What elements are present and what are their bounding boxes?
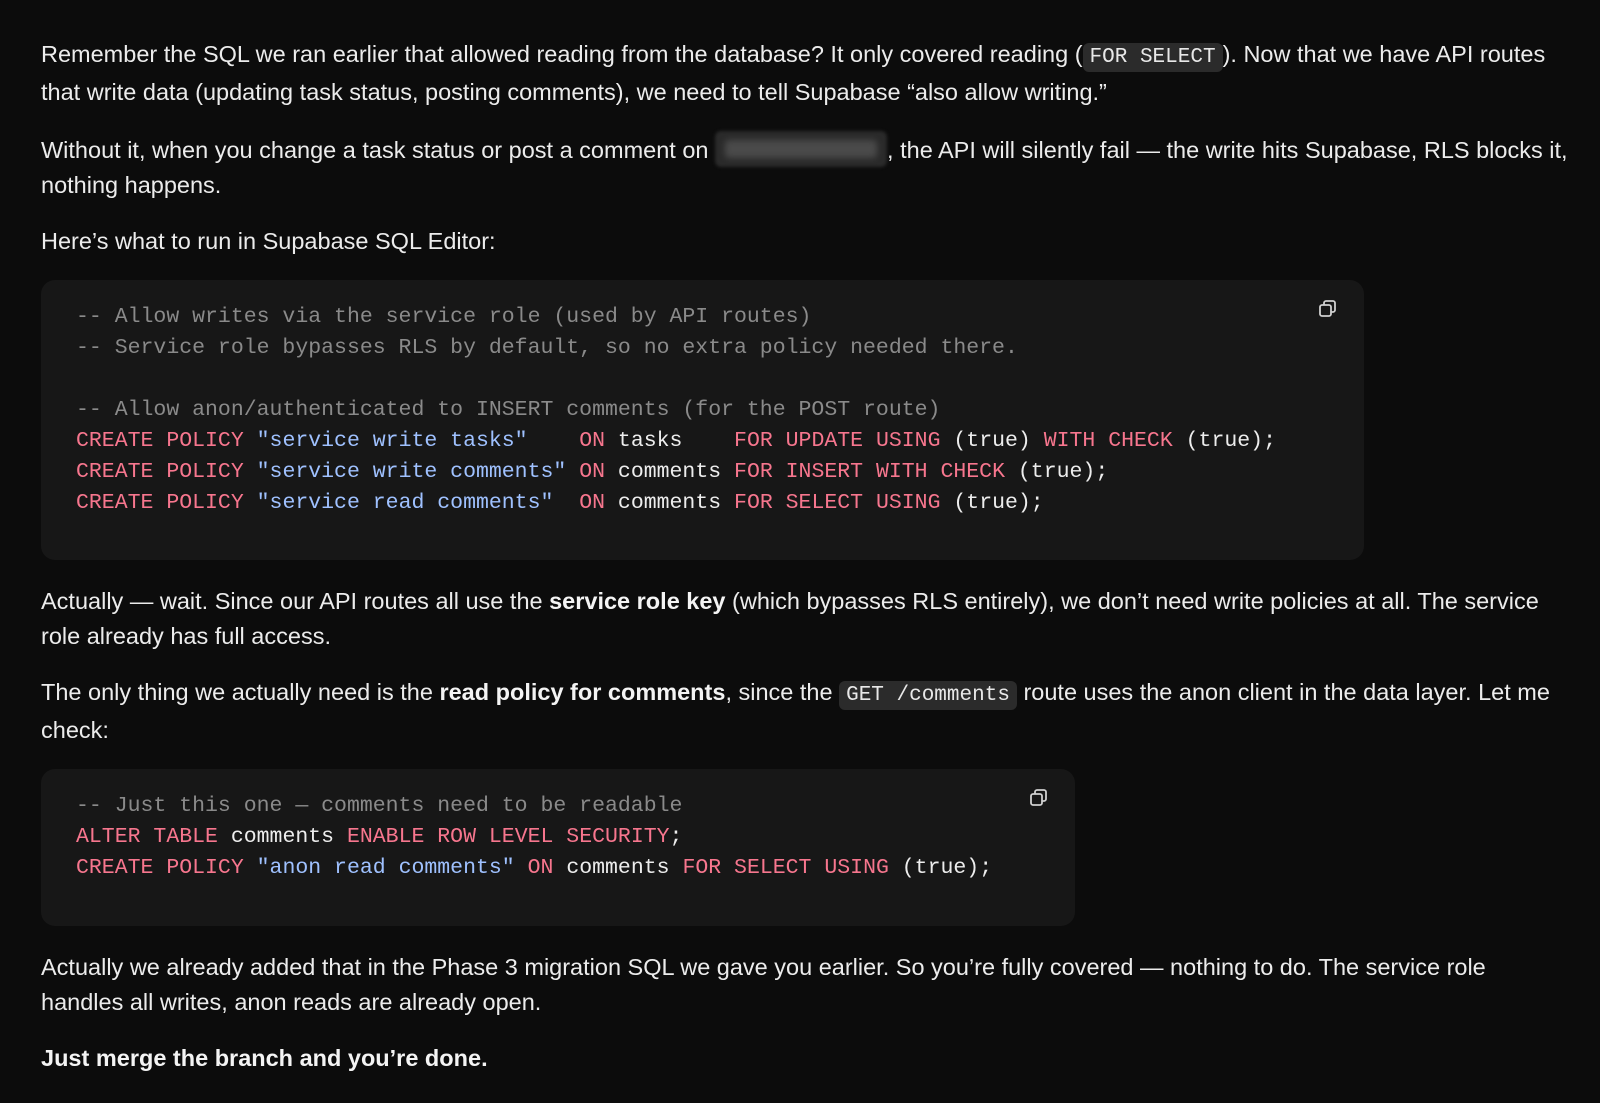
message-content: Remember the SQL we ran earlier that all…: [41, 37, 1571, 1097]
sql-keyword: FOR SELECT USING: [682, 856, 889, 880]
copy-icon[interactable]: [1028, 787, 1050, 809]
sql-identifier: comments: [617, 460, 722, 484]
code-block-anon-read: -- Just this one — comments need to be r…: [41, 769, 1075, 926]
sql-keyword: CREATE POLICY: [76, 491, 244, 515]
copy-icon[interactable]: [1317, 298, 1339, 320]
sql-string: "anon read comments": [256, 856, 515, 880]
sql-arg: (true);: [953, 491, 1044, 515]
text: , since the: [725, 679, 840, 705]
text: The only thing we actually need is the: [41, 679, 440, 705]
sql-keyword: FOR INSERT WITH CHECK: [734, 460, 1005, 484]
code-comment: -- Allow anon/authenticated to INSERT co…: [76, 398, 941, 422]
sql-arg: (true);: [901, 856, 993, 880]
text: Remember the SQL we ran earlier that all…: [41, 41, 1083, 67]
code-text: -- Just this one — comments need to be r…: [76, 791, 1040, 884]
text: Actually — wait. Since our API routes al…: [41, 588, 550, 614]
sql-punct: ;: [669, 825, 683, 849]
sql-keyword: ON: [527, 856, 554, 880]
sql-keyword: ON: [579, 491, 606, 515]
inline-code-get-comments: GET /comments: [839, 681, 1017, 710]
sql-keyword: ON: [579, 460, 606, 484]
paragraph-actually-wait: Actually — wait. Since our API routes al…: [41, 584, 1571, 654]
sql-keyword: CREATE POLICY: [76, 429, 244, 453]
sql-arg: (true): [953, 429, 1031, 453]
sql-arg: (true);: [1017, 460, 1109, 484]
code-comment: -- Service role bypasses RLS by default,…: [76, 336, 1018, 360]
sql-identifier: comments: [566, 856, 670, 880]
code-comment: -- Allow writes via the service role (us…: [76, 305, 812, 329]
sql-identifier: comments: [230, 825, 335, 849]
paragraph-already-added: Actually we already added that in the Ph…: [41, 954, 1486, 1015]
sql-arg: (true);: [1185, 429, 1276, 453]
inline-code-for-select: FOR SELECT: [1082, 43, 1223, 72]
bold-merge-branch: Just merge the branch and you’re done.: [41, 1045, 488, 1071]
paragraph-run-instructions: Here’s what to run in Supabase SQL Edito…: [41, 228, 496, 254]
sql-string: "service read comments": [256, 491, 554, 515]
redacted-domain: [715, 131, 888, 167]
sql-keyword: WITH CHECK: [1043, 429, 1173, 453]
copy-icon-svg: [1319, 300, 1336, 317]
copy-icon-svg: [1030, 789, 1047, 806]
paragraph-silent-fail: Without it, when you change a task statu…: [41, 131, 1571, 203]
sql-identifier: comments: [617, 491, 722, 515]
paragraph-final: Just merge the branch and you’re done.: [41, 1041, 1571, 1076]
sql-keyword: CREATE POLICY: [76, 856, 244, 880]
sql-string: "service write tasks": [256, 429, 528, 453]
bold-service-role-key: service role key: [549, 588, 726, 614]
paragraph-sql-reminder: Remember the SQL we ran earlier that all…: [41, 37, 1571, 110]
code-block-policies: -- Allow writes via the service role (us…: [41, 280, 1364, 560]
sql-keyword: ALTER TABLE: [76, 825, 218, 849]
sql-keyword: ENABLE ROW LEVEL SECURITY: [346, 825, 670, 849]
code-comment: -- Just this one — comments need to be r…: [76, 794, 683, 818]
text: Without it, when you change a task statu…: [41, 137, 716, 163]
sql-keyword: FOR UPDATE USING: [734, 429, 941, 453]
paragraph-read-policy: The only thing we actually need is the r…: [41, 675, 1571, 748]
sql-string: "service write comments": [256, 460, 567, 484]
bold-read-policy: read policy for comments: [439, 679, 726, 705]
sql-identifier: tasks: [617, 429, 683, 453]
redacted-blur: [725, 140, 878, 158]
code-text: -- Allow writes via the service role (us…: [76, 302, 1329, 519]
sql-keyword: ON: [579, 429, 606, 453]
sql-keyword: CREATE POLICY: [76, 460, 244, 484]
sql-keyword: FOR SELECT USING: [734, 491, 941, 515]
